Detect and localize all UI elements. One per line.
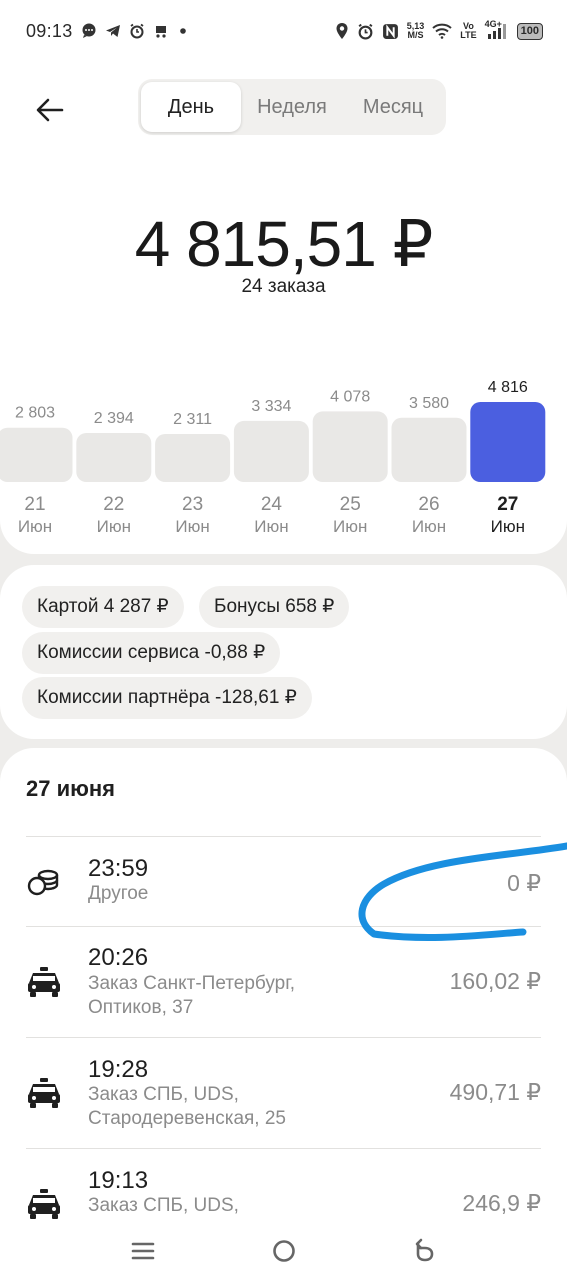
row-amount: 246,9 ₽: [462, 1190, 541, 1216]
location-icon: [336, 23, 348, 39]
x-tick-month: Июн: [254, 517, 288, 536]
chart-svg: 2 803 21 Июн 2 394 22 Июн 2 311 23 Июн 3 334 24 Июн…: [0, 379, 546, 536]
x-tick-month: Июн: [97, 517, 131, 536]
chip-partner-fee[interactable]: Комиссии партнёра -128,61 ₽: [22, 677, 312, 719]
chip-bonus[interactable]: Бонусы 658 ₽: [199, 586, 350, 628]
transactions-date: 27 июня: [26, 776, 116, 801]
coins-icon: [27, 869, 59, 896]
period-switcher: День Неделя Месяц: [138, 79, 446, 135]
status-bar: 09:13 5,13 M/S Vo LTE 4G+ 100: [0, 0, 567, 62]
row-time: 23:59: [88, 855, 149, 882]
x-tick-month: Июн: [412, 517, 446, 536]
cart-icon: [155, 26, 166, 38]
row-description: Заказ СПБ, UDS,: [88, 1195, 239, 1216]
status-left: 09:13: [26, 21, 189, 42]
status-time: 09:13: [26, 20, 73, 41]
x-tick-day: 24: [261, 494, 283, 515]
arrow-left-icon: [36, 98, 64, 122]
x-tick-day: 23: [182, 494, 203, 515]
row-time: 19:28: [88, 1056, 149, 1083]
earnings-card: День Неделя Месяц 4 815,51 ₽ 24 заказа 2…: [0, 62, 567, 554]
screen: 09:13 5,13 M/S Vo LTE 4G+ 100 День Недел…: [0, 0, 567, 1280]
row-divider: [26, 1148, 541, 1149]
row-time: 20:26: [88, 944, 149, 971]
daily-earnings-chart: 2 803 21 Июн 2 394 22 Июн 2 311 23 Июн 3 334 24 Июн…: [0, 362, 567, 542]
row-description: Заказ СПБ, UDS, Стародеревенская, 25: [88, 1084, 286, 1129]
chat-bubble-icon: [82, 23, 96, 38]
bar-value-label: 3 580: [409, 395, 449, 412]
taxi-icon: [28, 1189, 60, 1219]
chart-bar[interactable]: [76, 432, 152, 482]
row-description: Заказ Санкт-Петербург, Оптиков, 37: [88, 973, 296, 1018]
x-tick-month: Июн: [333, 517, 367, 536]
x-tick-month: Июн: [491, 517, 525, 536]
bar-value-label: 2 311: [173, 411, 212, 428]
menu-icon[interactable]: [128, 1236, 158, 1266]
wifi-icon: [432, 23, 452, 39]
chart-bar[interactable]: [391, 417, 467, 482]
chart-bar[interactable]: [312, 411, 388, 482]
transactions-card: 27 июня 23:59 Другое 0 ₽ 20:26 Заказ Сан…: [0, 748, 567, 1280]
volte-indicator: Vo LTE: [460, 22, 476, 40]
battery-indicator: 100: [516, 22, 543, 40]
signal-icon: [487, 24, 506, 39]
x-tick-day: 26: [418, 494, 439, 515]
chip-service-fee[interactable]: Комиссии сервиса -0,88 ₽: [22, 632, 281, 674]
bar-value-label: 4 078: [330, 388, 370, 405]
dot-icon: [179, 28, 186, 34]
alarm-icon: [358, 23, 373, 39]
row-divider: [26, 1037, 541, 1038]
bar-value-label: 2 803: [15, 405, 55, 422]
tab-month[interactable]: Месяц: [343, 82, 443, 132]
home-icon[interactable]: [269, 1236, 299, 1266]
payment-breakdown: Картой 4 287 ₽ Бонусы 658 ₽ Комиссии сер…: [0, 565, 567, 739]
x-tick-day: 21: [24, 494, 45, 515]
transaction-row[interactable]: 19:28 Заказ СПБ, UDS, Стародеревенская, …: [0, 1037, 567, 1148]
chip-card-payment[interactable]: Картой 4 287 ₽: [22, 586, 184, 628]
system-nav-bar: [0, 1222, 567, 1280]
x-tick-month: Июн: [18, 517, 52, 536]
x-tick-month: Июн: [175, 517, 209, 536]
bar-value-label: 3 334: [251, 398, 291, 415]
speed-unit: M/S: [407, 30, 424, 40]
bar-value-label: 4 816: [488, 379, 528, 396]
signal-block: 4G+: [485, 19, 509, 40]
status-right: 5,13 M/S Vo LTE 4G+ 100: [335, 19, 543, 40]
bar-value-label: 2 394: [94, 410, 134, 427]
orders-count: 24 заказа: [241, 276, 326, 297]
volte-bottom: LTE: [460, 30, 477, 40]
chart-bar[interactable]: [155, 434, 231, 482]
back-button[interactable]: [26, 86, 74, 134]
x-tick-day: 25: [340, 494, 361, 515]
annotation-stroke: [358, 842, 567, 941]
chart-bar[interactable]: [233, 420, 309, 482]
row-description: Другое: [88, 883, 149, 904]
x-tick-day: 27: [497, 494, 518, 515]
row-amount: 160,02 ₽: [449, 968, 541, 994]
back-icon[interactable]: [410, 1236, 440, 1266]
nfc-icon: [382, 23, 398, 39]
x-tick-day: 22: [103, 494, 124, 515]
network-speed: 5,13 M/S: [407, 22, 425, 40]
chart-bar[interactable]: [0, 427, 73, 482]
alarm-icon: [130, 23, 144, 39]
tab-day[interactable]: День: [141, 82, 241, 132]
chart-bar[interactable]: [470, 402, 546, 482]
taxi-icon: [28, 1078, 60, 1108]
total-earnings: 4 815,51 ₽: [134, 208, 434, 280]
row-amount: 490,71 ₽: [449, 1079, 541, 1105]
taxi-icon: [28, 967, 60, 997]
tab-week[interactable]: Неделя: [241, 82, 343, 132]
row-time: 19:13: [88, 1167, 149, 1194]
telegram-icon: [105, 25, 120, 37]
